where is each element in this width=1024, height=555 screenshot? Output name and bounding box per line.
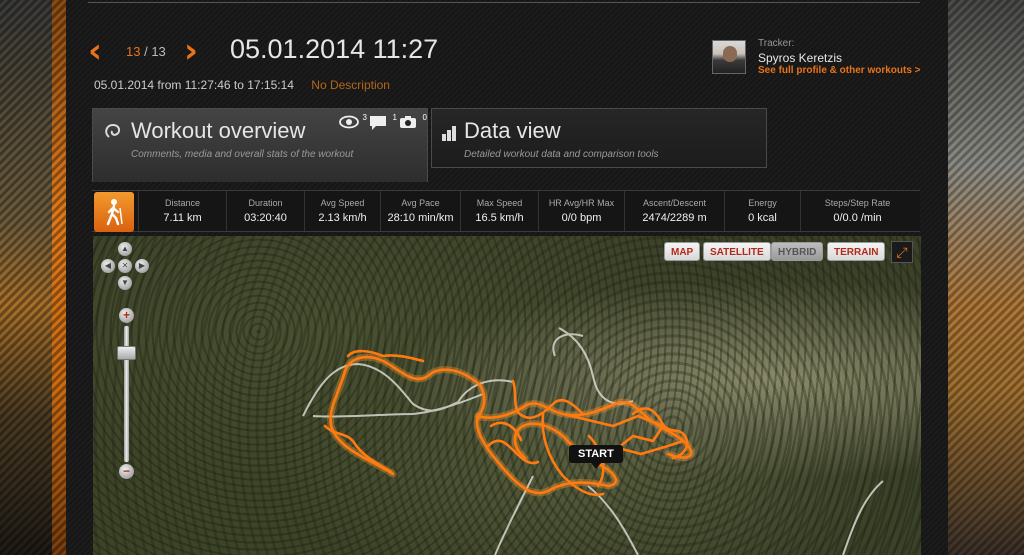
stat-avg-speed: Avg Speed 2.13 km/h	[304, 191, 380, 231]
right-background	[948, 0, 1024, 555]
comments-icon[interactable]: 1	[369, 113, 397, 135]
tab-subtitle: Detailed workout data and comparison too…	[464, 149, 659, 160]
satellite-map[interactable]: MAP SATELLITE HYBRID TERRAIN ⤢ ▲ ◀ ✕ ▶ ▼…	[93, 236, 921, 555]
stat-energy: Energy 0 kcal	[724, 191, 800, 231]
tab-workout-overview[interactable]: Workout overview Comments, media and ove…	[92, 108, 428, 182]
workout-description[interactable]: No Description	[311, 78, 390, 92]
map-type-satellite-button[interactable]: SATELLITE	[703, 242, 771, 261]
loop-icon	[103, 121, 123, 141]
left-orange-bar	[52, 0, 66, 555]
stat-hr: HR Avg/HR Max 0/0 bpm	[538, 191, 624, 231]
zoom-out-button[interactable]: −	[119, 464, 134, 479]
stat-duration: Duration 03:20:40	[226, 191, 304, 231]
workout-date-line: 05.01.2014 from 11:27:46 to 17:15:14 No …	[94, 78, 390, 92]
trail-path	[558, 327, 634, 405]
tracker-name[interactable]: Spyros Keretzis	[758, 51, 842, 65]
views-icon[interactable]: 3	[339, 113, 367, 135]
pan-left-button[interactable]: ◀	[101, 259, 115, 273]
fullscreen-icon[interactable]: ⤢	[891, 241, 913, 263]
map-type-hybrid-button[interactable]: HYBRID	[771, 242, 824, 261]
next-workout-button[interactable]: ›	[184, 34, 198, 68]
workout-title: 05.01.2014 11:27	[230, 34, 439, 64]
counter-current: 13	[126, 44, 141, 59]
tab-title: Data view	[464, 118, 561, 143]
counter-total: / 13	[144, 44, 166, 59]
views-count: 3	[362, 113, 367, 122]
hiking-icon	[94, 192, 134, 232]
zoom-in-button[interactable]: +	[119, 308, 134, 323]
camera-icon[interactable]: 0	[399, 113, 427, 135]
profile-link[interactable]: See full profile & other workouts >	[758, 65, 921, 76]
trail-path	[842, 480, 884, 555]
route-segment	[323, 424, 393, 474]
stat-max-speed: Max Speed 16.5 km/h	[460, 191, 538, 231]
map-type-map-button[interactable]: MAP	[664, 242, 701, 261]
previous-workout-button[interactable]: ‹	[88, 34, 102, 68]
zoom-slider-handle[interactable]	[117, 346, 136, 360]
stats-bar: Distance 7.11 km Duration 03:20:40 Avg Spe…	[92, 190, 920, 232]
route-glow	[326, 353, 620, 497]
pan-right-button[interactable]: ▶	[135, 259, 149, 273]
stat-steps: Steps/Step Rate 0/0.0 /min	[800, 191, 914, 231]
top-divider	[88, 2, 920, 3]
avatar[interactable]	[712, 40, 746, 74]
left-background	[0, 0, 66, 555]
workout-counter: 13 / 13	[126, 44, 166, 59]
pan-center-button[interactable]: ✕	[118, 259, 132, 273]
comments-count: 1	[392, 113, 397, 122]
workout-time-range: 05.01.2014 from 11:27:46 to 17:15:14	[94, 78, 294, 92]
trail-path	[587, 485, 639, 555]
start-marker[interactable]: START	[569, 445, 623, 469]
pan-control: ▲ ◀ ✕ ▶ ▼	[99, 242, 151, 294]
photos-count: 0	[422, 113, 427, 122]
stat-avg-pace: Avg Pace 28:10 min/km	[380, 191, 460, 231]
tab-title: Workout overview	[131, 118, 306, 143]
pan-down-button[interactable]: ▼	[118, 276, 132, 290]
tracker-label: Tracker:	[758, 38, 795, 49]
bar-chart-icon	[442, 125, 458, 141]
tab-subtitle: Comments, media and overall stats of the…	[131, 149, 354, 160]
map-type-terrain-button[interactable]: TERRAIN	[827, 242, 886, 261]
tab-data-view[interactable]: Data view Detailed workout data and comp…	[431, 108, 767, 168]
stat-ascent-descent: Ascent/Descent 2474/2289 m	[624, 191, 724, 231]
pan-up-button[interactable]: ▲	[118, 242, 132, 256]
stat-distance: Distance 7.11 km	[138, 191, 226, 231]
map-overlay	[302, 327, 884, 555]
